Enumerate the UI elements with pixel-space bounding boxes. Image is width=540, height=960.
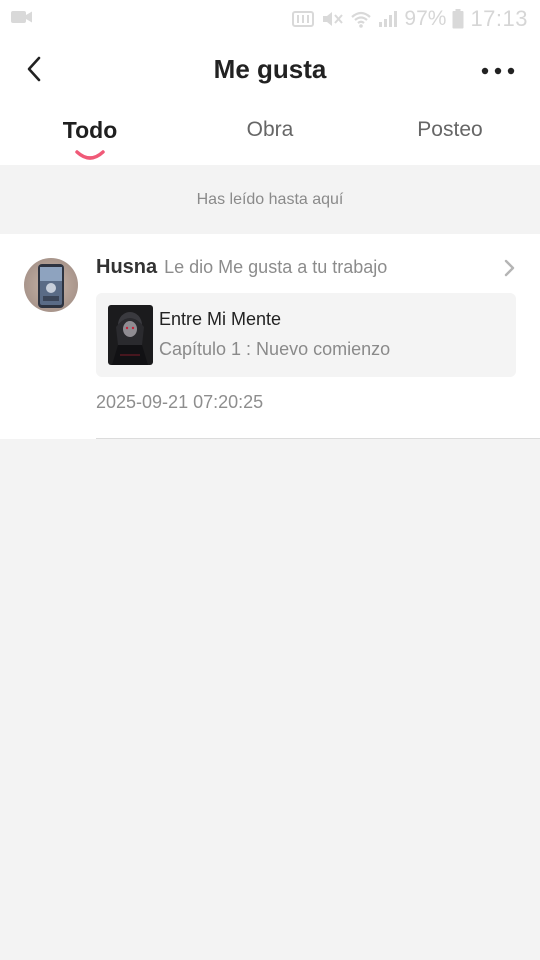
action-text: Le dio Me gusta a tu trabajo <box>164 257 388 277</box>
work-cover-image <box>108 305 153 365</box>
read-up-to-here-notice: Has leído hasta aquí <box>196 190 344 208</box>
work-title: Entre Mi Mente <box>159 309 282 329</box>
active-tab-indicator <box>75 150 105 160</box>
wifi-icon <box>350 10 372 28</box>
tab-bar: Todo Obra Posteo <box>0 100 540 165</box>
divider <box>96 438 540 439</box>
more-options-button[interactable] <box>478 56 518 86</box>
clock: 17:13 <box>470 6 528 31</box>
chevron-right-icon[interactable] <box>502 259 516 277</box>
video-camera-icon <box>10 9 34 30</box>
status-bar: 97% 17:13 <box>0 0 540 38</box>
user-name[interactable]: Husna <box>96 256 157 279</box>
tab-obra[interactable]: Obra <box>180 118 360 142</box>
work-card[interactable]: Entre Mi Mente Capítulo 1 : Nuevo comien… <box>96 293 516 377</box>
avatar[interactable] <box>24 258 78 312</box>
timestamp: 2025-09-21 07:20:25 <box>96 392 264 412</box>
notification-text[interactable]: Husna Le dio Me gusta a tu trabajo <box>96 256 387 279</box>
work-chapter: Capítulo 1 : Nuevo comienzo <box>159 339 391 359</box>
mute-icon <box>320 10 344 28</box>
signal-icon <box>378 10 398 28</box>
page-title: Me gusta <box>213 54 327 84</box>
tab-posteo[interactable]: Posteo <box>360 118 540 142</box>
battery-icon <box>452 9 464 29</box>
more-dots-icon <box>481 67 515 75</box>
app-header: Me gusta <box>0 38 540 100</box>
battery-percent: 97% <box>404 7 447 30</box>
notification-item[interactable]: Husna Le dio Me gusta a tu trabajo Entre… <box>0 234 540 439</box>
nfc-icon <box>292 10 315 28</box>
tab-todo[interactable]: Todo <box>0 117 180 144</box>
